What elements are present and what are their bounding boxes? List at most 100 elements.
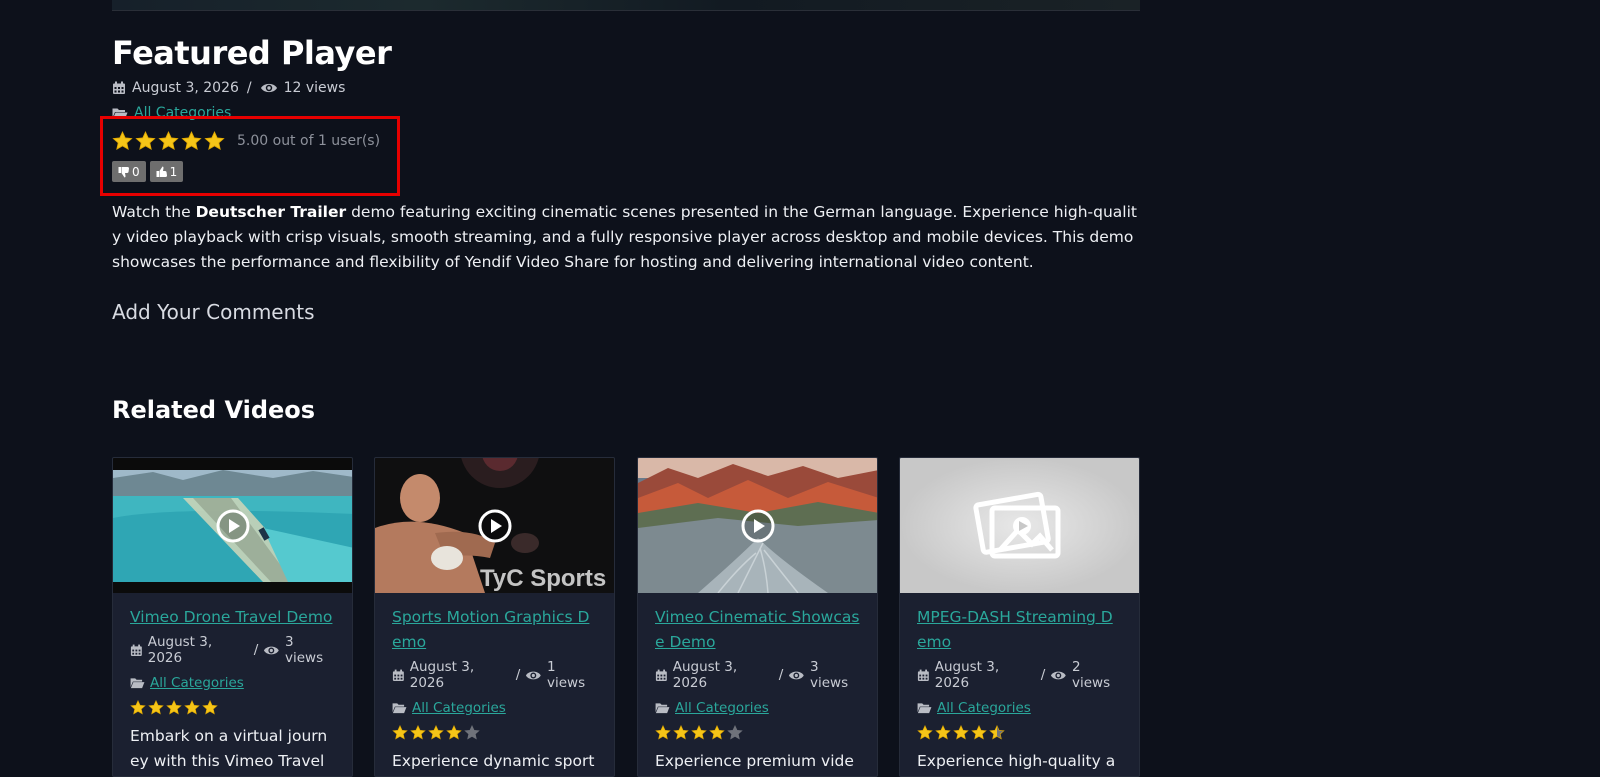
calendar-icon [917,669,929,681]
star-full-icon [158,131,179,150]
star-full-icon [709,725,725,740]
star-full-icon [446,725,462,740]
view-count: 3 views [809,659,849,691]
video-title-link[interactable]: MPEG-DASH Streaming Demo [917,605,1122,655]
play-icon[interactable] [741,509,775,543]
play-icon[interactable] [216,509,250,543]
category-link[interactable]: All Categories [937,700,1031,716]
star-full-icon [935,725,951,740]
highlight-box [100,116,400,196]
video-title-link[interactable]: Sports Motion Graphics Demo [392,605,597,655]
star-full-icon [181,131,202,150]
video-player-bottom-edge[interactable] [112,0,1140,11]
publish-date: August 3, 2026 [672,659,738,691]
star-full-icon [655,725,671,740]
like-button[interactable]: 1 [149,161,184,182]
comments-heading: Add Your Comments [112,300,315,324]
eye-icon [526,671,542,679]
video-thumbnail[interactable] [113,458,352,593]
category-link[interactable]: All Categories [675,700,769,716]
star-empty-icon [464,725,480,740]
card-body: MPEG-DASH Streaming Demo August 3, 2026 … [900,593,1139,776]
card-body: Vimeo Cinematic Showcase Demo August 3, … [638,593,877,776]
rating-stars [655,725,860,741]
folder-open-icon [917,703,932,714]
star-full-icon [428,725,444,740]
card-meta: August 3, 2026 / 2 views [917,659,1122,691]
star-empty-icon [727,725,743,740]
video-excerpt: Embark on a virtual journey with this Vi… [130,727,328,770]
page-title: Featured Player [112,34,392,72]
star-full-icon [148,700,164,715]
video-excerpt: Experience premium video [655,752,854,770]
meta-separator: / [1040,667,1046,683]
card-meta: August 3, 2026 / 3 views [130,634,335,666]
folder-open-icon [392,703,407,714]
video-card: Vimeo Cinematic Showcase Demo August 3, … [637,457,878,777]
star-full-icon [691,725,707,740]
view-count: 3 views [284,634,324,666]
star-full-icon [410,725,426,740]
publish-date: August 3, 2026 [132,80,239,96]
star-full-icon [130,700,146,715]
eye-icon [260,83,277,93]
play-icon[interactable] [478,509,512,543]
thumbs-down-icon [118,166,129,177]
meta-separator: / [515,667,521,683]
video-card: MPEG-DASH Streaming Demo August 3, 2026 … [899,457,1140,777]
category-link[interactable]: All Categories [150,675,244,691]
star-full-icon [953,725,969,740]
card-body: Vimeo Drone Travel Demo August 3, 2026 /… [113,593,352,776]
description-prefix: Watch the [112,203,196,221]
publish-date: August 3, 2026 [147,634,213,666]
rating-stars [917,725,1122,741]
category-line: All Categories [130,675,335,691]
video-meta: August 3, 2026 / 12 views [112,80,345,96]
meta-separator: / [246,80,252,96]
related-videos-heading: Related Videos [112,396,316,424]
star-full-icon [917,725,933,740]
view-count: 1 views [546,659,586,691]
video-thumbnail[interactable] [638,458,877,593]
dislike-button[interactable]: 0 [112,161,146,182]
like-count: 1 [169,164,178,179]
rating-stars [392,725,597,741]
category-line: All Categories [655,700,860,716]
star-full-icon [971,725,987,740]
rating-stars[interactable] [112,131,225,152]
calendar-icon [113,81,125,94]
video-excerpt: Experience dynamic sports [392,752,595,770]
video-card: Vimeo Drone Travel Demo August 3, 2026 /… [112,457,353,777]
video-thumbnail[interactable]: TyC Sports [375,458,614,593]
thumbs-up-icon [156,166,167,177]
video-card: TyC Sports Sports Motion Graphics Demo A… [374,457,615,777]
rating-summary: 5.00 out of 1 user(s) [237,133,381,149]
star-full-icon [202,700,218,715]
star-half-icon [989,725,1005,740]
video-description: Watch the Deutscher Trailer demo featuri… [112,200,1142,275]
star-full-icon [204,131,225,150]
thumbnail-image [900,458,1139,593]
publish-date: August 3, 2026 [409,659,475,691]
star-full-icon [673,725,689,740]
card-meta: August 3, 2026 / 1 views [392,659,597,691]
svg-text:TyC Sports: TyC Sports [480,565,606,592]
category-line: All Categories [917,700,1122,716]
video-title-link[interactable]: Vimeo Cinematic Showcase Demo [655,605,860,655]
category-link[interactable]: All Categories [412,700,506,716]
card-meta: August 3, 2026 / 3 views [655,659,860,691]
star-full-icon [135,131,156,150]
calendar-icon [392,669,404,681]
video-title-link[interactable]: Vimeo Drone Travel Demo [130,605,335,630]
vote-buttons: 0 1 [112,161,184,182]
meta-separator: / [778,667,784,683]
dislike-count: 0 [132,164,140,179]
eye-icon [264,646,280,654]
view-count: 2 views [1071,659,1111,691]
video-thumbnail[interactable] [900,458,1139,593]
star-full-icon [166,700,182,715]
folder-open-icon [130,678,145,689]
folder-open-icon [655,703,670,714]
calendar-icon [130,644,142,656]
rating-stars [130,700,335,716]
